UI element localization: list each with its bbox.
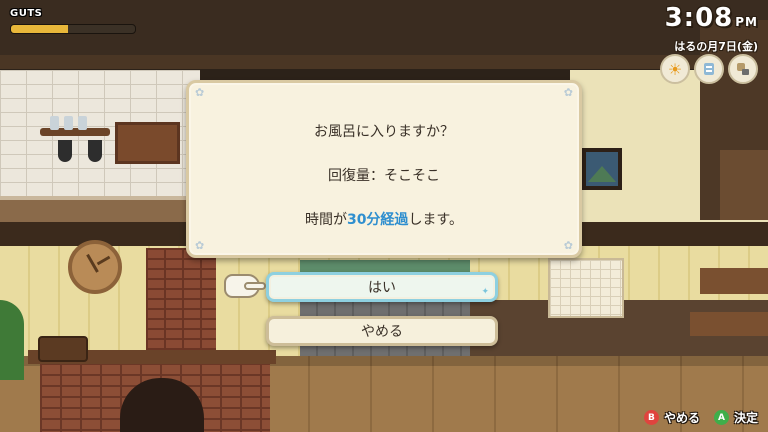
dialog-question: お風呂に入りますか？ xyxy=(314,124,454,140)
radio xyxy=(38,336,88,362)
pointer-finger xyxy=(244,282,266,290)
tool-icon xyxy=(728,54,758,84)
wooden-shelf xyxy=(700,268,768,294)
sun-weather-icon: ☀ xyxy=(660,54,690,84)
status-icon-row: ☀ xyxy=(660,54,758,84)
wall-calendar xyxy=(548,258,624,318)
ceiling-beam xyxy=(0,55,768,69)
window-frame xyxy=(720,150,768,220)
clock-time: 3:08 PM xyxy=(665,4,758,36)
corner-ornament-icon: ✿ xyxy=(195,86,205,99)
controller-hints: B やめる A 決定 xyxy=(643,409,758,426)
sparkle-icon: ✦ xyxy=(481,287,489,297)
yes-button[interactable]: はい ✦ xyxy=(266,272,498,302)
bath-confirm-dialog: ✿ ✿ ✿ ✿ お風呂に入りますか？ 回復量：そこそこ 時間が30分経過します。 xyxy=(186,80,582,258)
guts-label: GUTS xyxy=(10,8,43,19)
b-button-icon: B xyxy=(643,410,659,425)
yes-button-label: はい xyxy=(368,280,396,296)
corner-ornament-icon: ✿ xyxy=(563,239,573,252)
hint-cancel[interactable]: B やめる xyxy=(643,409,700,426)
frying-pan xyxy=(88,140,102,162)
mountain-painting xyxy=(582,148,622,190)
calendar-date: はるの月7日(金) xyxy=(674,40,758,53)
potted-plant xyxy=(0,300,24,380)
kitchen-counter xyxy=(0,200,200,222)
time-ampm: PM xyxy=(735,15,758,29)
jar xyxy=(78,116,87,130)
time-value: 3:08 xyxy=(664,3,734,33)
tomorrow-weather-glyph xyxy=(704,63,714,75)
hint-confirm-label: 決定 xyxy=(733,411,758,425)
time-cost-highlight: 30分経過 xyxy=(346,212,409,228)
wooden-shelf xyxy=(690,312,768,336)
hint-confirm[interactable]: A 決定 xyxy=(713,409,758,426)
cancel-button-label: やめる xyxy=(361,324,403,340)
cancel-button[interactable]: やめる xyxy=(266,316,498,346)
painting-mountain-shape xyxy=(588,166,616,182)
tool-glyph xyxy=(737,63,749,75)
a-button-icon: A xyxy=(713,410,729,425)
time-cost-suffix: します。 xyxy=(408,212,464,228)
time-cost-prefix: 時間が xyxy=(304,212,347,228)
time-date-display: 3:08 PM はるの月7日(金) xyxy=(665,4,758,54)
guts-bar-fill xyxy=(11,25,69,33)
hand-pointer-cursor-icon xyxy=(224,274,266,298)
brick-chimney xyxy=(146,248,216,358)
tomorrow-weather-icon xyxy=(694,54,724,84)
dialog-time-cost: 時間が30分経過します。 xyxy=(189,209,579,229)
dialog-recovery: 回復量：そこそこ xyxy=(328,168,440,184)
wall-clock xyxy=(68,240,122,294)
guts-bar xyxy=(10,24,136,34)
hint-cancel-label: やめる xyxy=(663,411,700,425)
jar xyxy=(64,116,73,130)
corner-ornament-icon: ✿ xyxy=(563,86,573,99)
jar xyxy=(50,116,59,130)
corner-ornament-icon: ✿ xyxy=(195,239,205,252)
spice-shelf xyxy=(115,122,180,164)
frying-pan xyxy=(58,140,72,162)
clock-hand xyxy=(96,255,111,266)
